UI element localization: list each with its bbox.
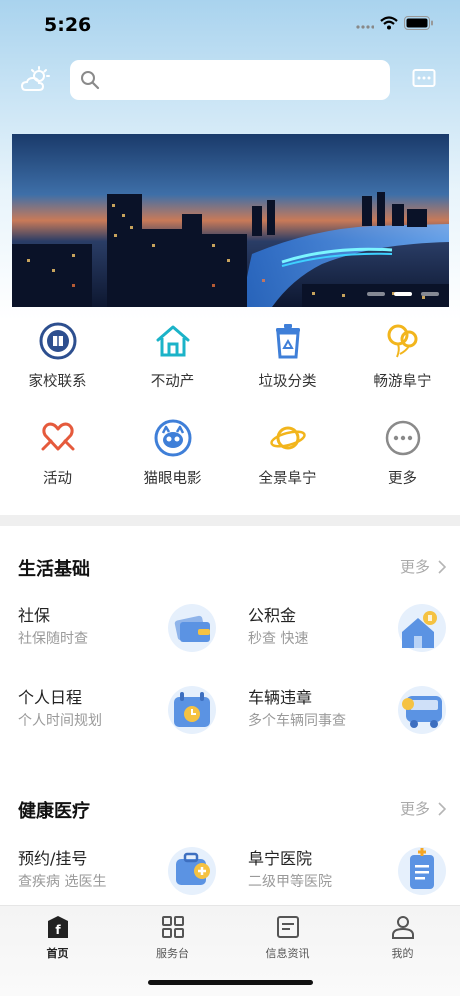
school-seal-icon bbox=[39, 322, 77, 360]
signal-icon bbox=[356, 25, 374, 29]
grid-item-travel[interactable]: 畅游阜宁 bbox=[345, 318, 460, 415]
service-appointment[interactable]: 预约/挂号 查疾病 选医生 bbox=[18, 845, 238, 907]
service-title: 社保 bbox=[18, 606, 51, 625]
status-icons bbox=[356, 16, 434, 30]
banner-carousel[interactable] bbox=[12, 134, 449, 307]
quick-access-grid: 家校联系 不动产 垃圾分类 畅游阜宁 活动 猫眼电影 全景阜宁 更多 bbox=[0, 318, 460, 508]
grid-label: 畅游阜宁 bbox=[373, 374, 432, 390]
home-indicator bbox=[148, 980, 313, 985]
planet-icon bbox=[269, 419, 307, 457]
house-icon bbox=[154, 322, 192, 360]
search-bar[interactable] bbox=[70, 60, 390, 100]
service-subtitle: 个人时间规划 bbox=[18, 713, 102, 729]
house-coin-icon bbox=[396, 602, 448, 654]
section-divider bbox=[0, 515, 460, 526]
svg-text:f: f bbox=[55, 923, 61, 937]
recycle-bin-icon bbox=[269, 322, 307, 360]
banner-dot-active[interactable] bbox=[394, 292, 412, 296]
tab-service[interactable]: 服务台 bbox=[115, 914, 230, 966]
service-subtitle: 查疾病 选医生 bbox=[18, 874, 107, 890]
user-icon bbox=[391, 916, 414, 939]
section-title: 健康医疗 bbox=[18, 801, 90, 822]
tab-label: 服务台 bbox=[156, 947, 189, 960]
grid-item-real-estate[interactable]: 不动产 bbox=[115, 318, 230, 415]
banner-city-image bbox=[12, 134, 449, 307]
section-header-health: 健康医疗 更多 bbox=[0, 795, 460, 825]
service-housing-fund[interactable]: 公积金 秒查 快速 bbox=[248, 602, 460, 664]
service-funing-hospital[interactable]: 阜宁医院 二级甲等医院 bbox=[248, 845, 460, 907]
grid-item-panorama[interactable]: 全景阜宁 bbox=[230, 415, 345, 512]
grid-item-school[interactable]: 家校联系 bbox=[0, 318, 115, 415]
tab-news[interactable]: 信息资讯 bbox=[230, 914, 345, 966]
message-dots-icon bbox=[412, 69, 436, 87]
news-icon bbox=[276, 916, 299, 938]
tab-label: 首页 bbox=[46, 947, 69, 960]
service-title: 公积金 bbox=[248, 606, 297, 625]
service-title: 个人日程 bbox=[18, 688, 83, 707]
service-subtitle: 秒查 快速 bbox=[248, 631, 309, 647]
section-title: 生活基础 bbox=[18, 559, 90, 580]
banner-pagination bbox=[367, 292, 439, 296]
tab-label: 我的 bbox=[391, 947, 414, 960]
tab-label: 信息资讯 bbox=[265, 947, 310, 960]
section-more-link[interactable]: 更多 bbox=[400, 798, 446, 819]
weather-button[interactable] bbox=[20, 66, 52, 94]
home-f-icon: f bbox=[47, 916, 68, 938]
grid-label: 家校联系 bbox=[28, 374, 87, 390]
calendar-clock-icon bbox=[166, 684, 218, 736]
grid-label: 活动 bbox=[43, 471, 72, 487]
battery-icon bbox=[404, 16, 433, 30]
service-title: 阜宁医院 bbox=[248, 849, 313, 868]
service-subtitle: 二级甲等医院 bbox=[248, 874, 332, 890]
more-label: 更多 bbox=[399, 800, 430, 818]
medical-kit-icon bbox=[166, 845, 218, 897]
search-input[interactable] bbox=[108, 60, 378, 100]
wifi-icon bbox=[380, 16, 398, 30]
grid-label: 更多 bbox=[388, 471, 417, 487]
message-button[interactable] bbox=[412, 68, 436, 90]
status-bar: 5:26 bbox=[0, 0, 460, 50]
banner-dot[interactable] bbox=[367, 292, 385, 296]
section-header-life: 生活基础 更多 bbox=[0, 553, 460, 583]
balloon-icon bbox=[384, 322, 422, 360]
service-subtitle: 社保随时查 bbox=[18, 631, 88, 647]
grid-item-garbage[interactable]: 垃圾分类 bbox=[230, 318, 345, 415]
weather-sun-cloud-icon bbox=[20, 66, 50, 91]
grid-item-activity[interactable]: 活动 bbox=[0, 415, 115, 512]
service-subtitle: 多个车辆同事查 bbox=[248, 713, 346, 729]
service-traffic-violation[interactable]: 车辆违章 多个车辆同事查 bbox=[248, 684, 460, 746]
grid-four-icon bbox=[161, 916, 184, 938]
grid-label: 不动产 bbox=[150, 374, 195, 390]
tab-home[interactable]: f 首页 bbox=[0, 914, 115, 966]
more-label: 更多 bbox=[399, 558, 430, 576]
card-wallet-icon bbox=[166, 602, 218, 654]
hospital-clipboard-icon bbox=[396, 845, 448, 897]
status-time: 5:26 bbox=[44, 14, 92, 36]
search-icon bbox=[81, 71, 100, 90]
grid-item-more[interactable]: 更多 bbox=[345, 415, 460, 512]
tab-mine[interactable]: 我的 bbox=[345, 914, 460, 966]
service-schedule[interactable]: 个人日程 个人时间规划 bbox=[18, 684, 238, 746]
chevron-right-icon bbox=[438, 559, 446, 574]
heart-hands-icon bbox=[39, 419, 77, 457]
more-dots-icon bbox=[384, 419, 422, 457]
grid-item-maoyan[interactable]: 猫眼电影 bbox=[115, 415, 230, 512]
top-header bbox=[0, 58, 460, 102]
section-more-link[interactable]: 更多 bbox=[400, 556, 446, 577]
bus-icon bbox=[396, 684, 448, 736]
grid-label: 垃圾分类 bbox=[258, 374, 317, 390]
grid-label: 猫眼电影 bbox=[143, 471, 202, 487]
service-social-security[interactable]: 社保 社保随时查 bbox=[18, 602, 238, 664]
grid-label: 全景阜宁 bbox=[258, 471, 317, 487]
banner-dot[interactable] bbox=[421, 292, 439, 296]
cat-eye-icon bbox=[154, 419, 192, 457]
service-title: 车辆违章 bbox=[248, 688, 313, 707]
service-title: 预约/挂号 bbox=[18, 849, 88, 868]
chevron-right-icon bbox=[438, 801, 446, 816]
